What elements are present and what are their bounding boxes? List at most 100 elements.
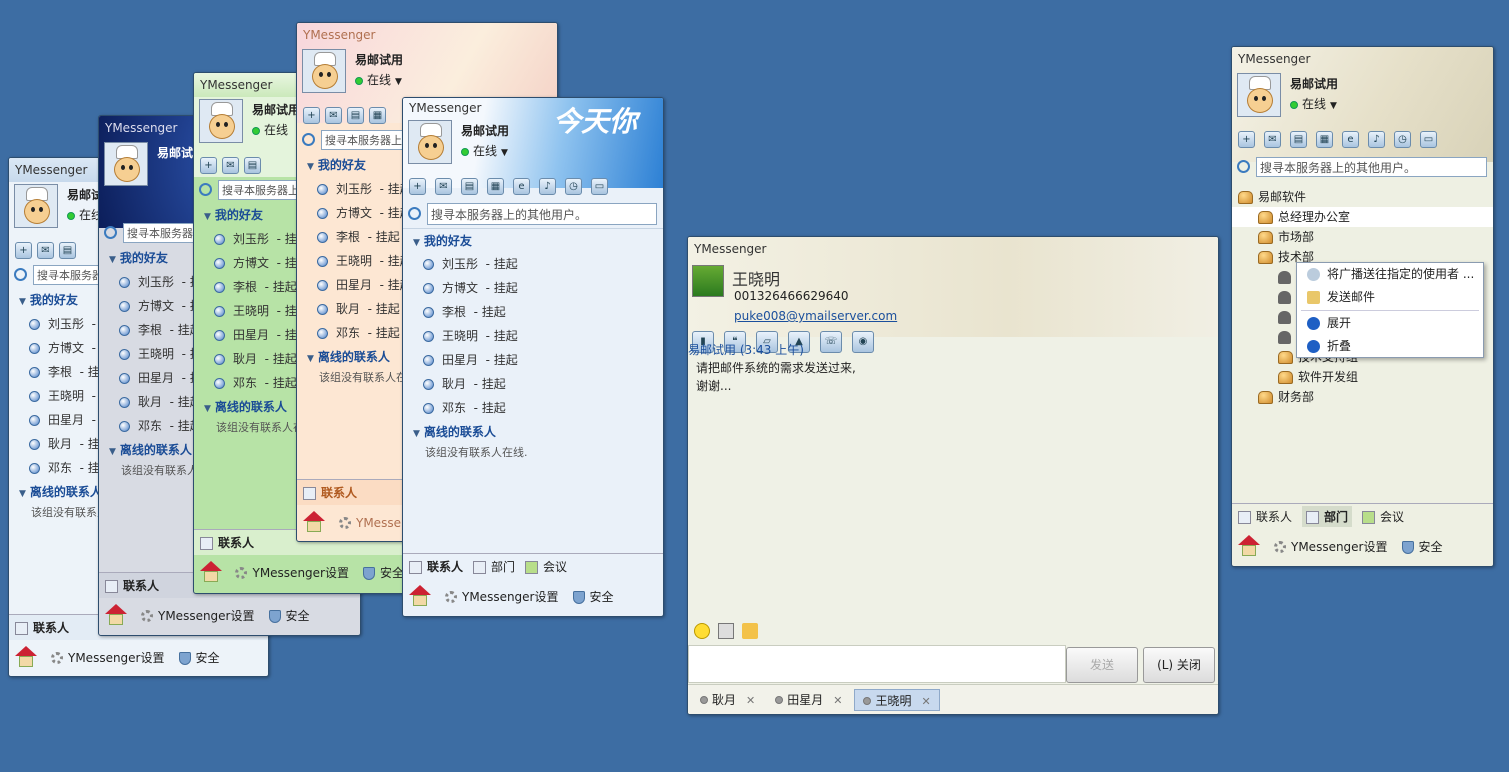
avatar[interactable] bbox=[302, 49, 346, 93]
home-icon[interactable] bbox=[303, 511, 325, 533]
tab-departments[interactable]: 部门 bbox=[473, 558, 515, 575]
status-selector[interactable]: 在线 ▼ bbox=[355, 71, 402, 88]
tree-node[interactable]: 市场部 bbox=[1232, 227, 1493, 247]
contact-row[interactable]: 耿月 - 挂起 bbox=[403, 372, 663, 396]
chat-tab[interactable]: 田星月 ✕ bbox=[767, 689, 850, 711]
mail-icon[interactable]: ✉ bbox=[37, 241, 54, 259]
browser-icon[interactable]: e bbox=[1342, 130, 1359, 148]
group-offline[interactable]: ▼ 离线的联系人 bbox=[403, 420, 663, 444]
search-input[interactable] bbox=[427, 203, 657, 225]
clock-icon[interactable]: ◷ bbox=[565, 177, 582, 195]
avatar[interactable] bbox=[408, 120, 452, 164]
add-contact-icon[interactable]: + bbox=[303, 106, 320, 124]
contact-row[interactable]: 李根 - 挂起 bbox=[403, 300, 663, 324]
tab-contacts[interactable]: 联系人 bbox=[409, 558, 463, 575]
menu-item-collapse[interactable]: 折叠 bbox=[1297, 335, 1483, 358]
menu-item-send-mail[interactable]: 发送邮件 bbox=[1297, 286, 1483, 309]
tab-meetings[interactable]: 会议 bbox=[1362, 508, 1404, 525]
clear-icon[interactable] bbox=[742, 623, 758, 639]
tab-contacts[interactable]: 联系人 bbox=[303, 484, 357, 501]
add-contact-icon[interactable]: + bbox=[200, 156, 217, 174]
avatar[interactable] bbox=[199, 99, 243, 143]
security-button[interactable]: 安全 bbox=[268, 607, 310, 624]
tray-icon[interactable]: ▤ bbox=[59, 241, 76, 259]
contact-avatar[interactable] bbox=[692, 265, 724, 297]
close-icon[interactable]: ✕ bbox=[921, 691, 930, 713]
mail-icon[interactable]: ✉ bbox=[435, 177, 452, 195]
voice-icon[interactable]: ☏ bbox=[820, 331, 842, 353]
tree-node[interactable]: 软件开发组 bbox=[1232, 367, 1493, 387]
status-selector[interactable]: 在线 bbox=[252, 121, 288, 138]
settings-button[interactable]: YMessenger设置 bbox=[445, 588, 559, 605]
tab-departments[interactable]: 部门 bbox=[1302, 506, 1353, 527]
avatar[interactable] bbox=[14, 184, 58, 228]
contact-email-link[interactable]: puke008@ymailserver.com bbox=[734, 309, 897, 323]
message-input[interactable] bbox=[688, 645, 1066, 683]
screenshot-icon[interactable] bbox=[718, 623, 734, 639]
speaker-icon[interactable]: ♪ bbox=[539, 177, 556, 195]
security-button[interactable]: 安全 bbox=[178, 649, 220, 666]
screen-icon[interactable]: ▭ bbox=[591, 177, 608, 195]
tree-node[interactable]: 总经理办公室 bbox=[1232, 207, 1493, 227]
menu-item-broadcast[interactable]: 将广播送往指定的使用者 ... bbox=[1297, 263, 1483, 286]
security-button[interactable]: 安全 bbox=[572, 588, 614, 605]
contact-row[interactable]: 邓东 - 挂起 bbox=[403, 396, 663, 420]
calendar-icon[interactable]: ▦ bbox=[487, 177, 504, 195]
security-button[interactable]: 安全 bbox=[362, 564, 404, 581]
send-button[interactable]: 发送 bbox=[1066, 647, 1138, 683]
close-icon[interactable]: ✕ bbox=[833, 690, 842, 712]
settings-button[interactable]: YMessenger设置 bbox=[1274, 538, 1388, 555]
security-button[interactable]: 安全 bbox=[1401, 538, 1443, 555]
add-contact-icon[interactable]: + bbox=[1238, 130, 1255, 148]
settings-button[interactable]: YMessenger设置 bbox=[141, 607, 255, 624]
group-my-friends[interactable]: ▼ 我的好友 bbox=[403, 228, 663, 252]
shield-icon bbox=[178, 651, 191, 665]
calendar-icon[interactable]: ▦ bbox=[369, 106, 386, 124]
close-icon[interactable]: ✕ bbox=[746, 690, 755, 712]
home-icon[interactable] bbox=[1238, 535, 1260, 557]
status-selector[interactable]: 在线 ▼ bbox=[1290, 95, 1337, 112]
mail-icon[interactable]: ✉ bbox=[222, 156, 239, 174]
screen-icon[interactable]: ▭ bbox=[1420, 130, 1437, 148]
tray-icon[interactable]: ▤ bbox=[461, 177, 478, 195]
tab-contacts[interactable]: 联系人 bbox=[1238, 508, 1292, 525]
tray-icon[interactable]: ▤ bbox=[244, 156, 261, 174]
add-contact-icon[interactable]: + bbox=[409, 177, 426, 195]
home-icon[interactable] bbox=[15, 646, 37, 668]
tab-contacts[interactable]: 联系人 bbox=[15, 619, 69, 636]
avatar[interactable] bbox=[1237, 73, 1281, 117]
tree-root[interactable]: 易邮软件 bbox=[1232, 187, 1493, 207]
tree-node[interactable]: 财务部 bbox=[1232, 387, 1493, 407]
search-input[interactable] bbox=[1256, 157, 1487, 177]
mail-icon[interactable]: ✉ bbox=[1264, 130, 1281, 148]
avatar[interactable] bbox=[104, 142, 148, 186]
close-button[interactable]: (L) 关闭 bbox=[1143, 647, 1215, 683]
home-icon[interactable] bbox=[200, 561, 222, 583]
contact-row[interactable]: 方博文 - 挂起 bbox=[403, 276, 663, 300]
search-icon bbox=[199, 183, 212, 196]
home-icon[interactable] bbox=[105, 604, 127, 626]
tray-icon[interactable]: ▤ bbox=[1290, 130, 1307, 148]
tab-contacts[interactable]: 联系人 bbox=[200, 534, 254, 551]
browser-icon[interactable]: e bbox=[513, 177, 530, 195]
webcam-icon[interactable]: ◉ bbox=[852, 331, 874, 353]
chat-tab[interactable]: 耿月 ✕ bbox=[692, 689, 763, 711]
mail-icon[interactable]: ✉ bbox=[325, 106, 342, 124]
chat-tab-active[interactable]: 王晓明 ✕ bbox=[854, 688, 940, 713]
tab-meetings[interactable]: 会议 bbox=[525, 558, 567, 575]
home-icon[interactable] bbox=[409, 585, 431, 607]
menu-item-expand[interactable]: 展开 bbox=[1297, 312, 1483, 335]
add-contact-icon[interactable]: + bbox=[15, 241, 32, 259]
contact-row[interactable]: 王晓明 - 挂起 bbox=[403, 324, 663, 348]
contact-row[interactable]: 田星月 - 挂起 bbox=[403, 348, 663, 372]
status-selector[interactable]: 在线 ▼ bbox=[461, 142, 508, 159]
emoji-icon[interactable] bbox=[694, 623, 710, 639]
speaker-icon[interactable]: ♪ bbox=[1368, 130, 1385, 148]
contact-row[interactable]: 刘玉彤 - 挂起 bbox=[403, 252, 663, 276]
settings-button[interactable]: YMessenger设置 bbox=[51, 649, 165, 666]
settings-button[interactable]: YMessenger设置 bbox=[235, 564, 349, 581]
tab-contacts[interactable]: 联系人 bbox=[105, 577, 159, 594]
calendar-icon[interactable]: ▦ bbox=[1316, 130, 1333, 148]
clock-icon[interactable]: ◷ bbox=[1394, 130, 1411, 148]
tray-icon[interactable]: ▤ bbox=[347, 106, 364, 124]
